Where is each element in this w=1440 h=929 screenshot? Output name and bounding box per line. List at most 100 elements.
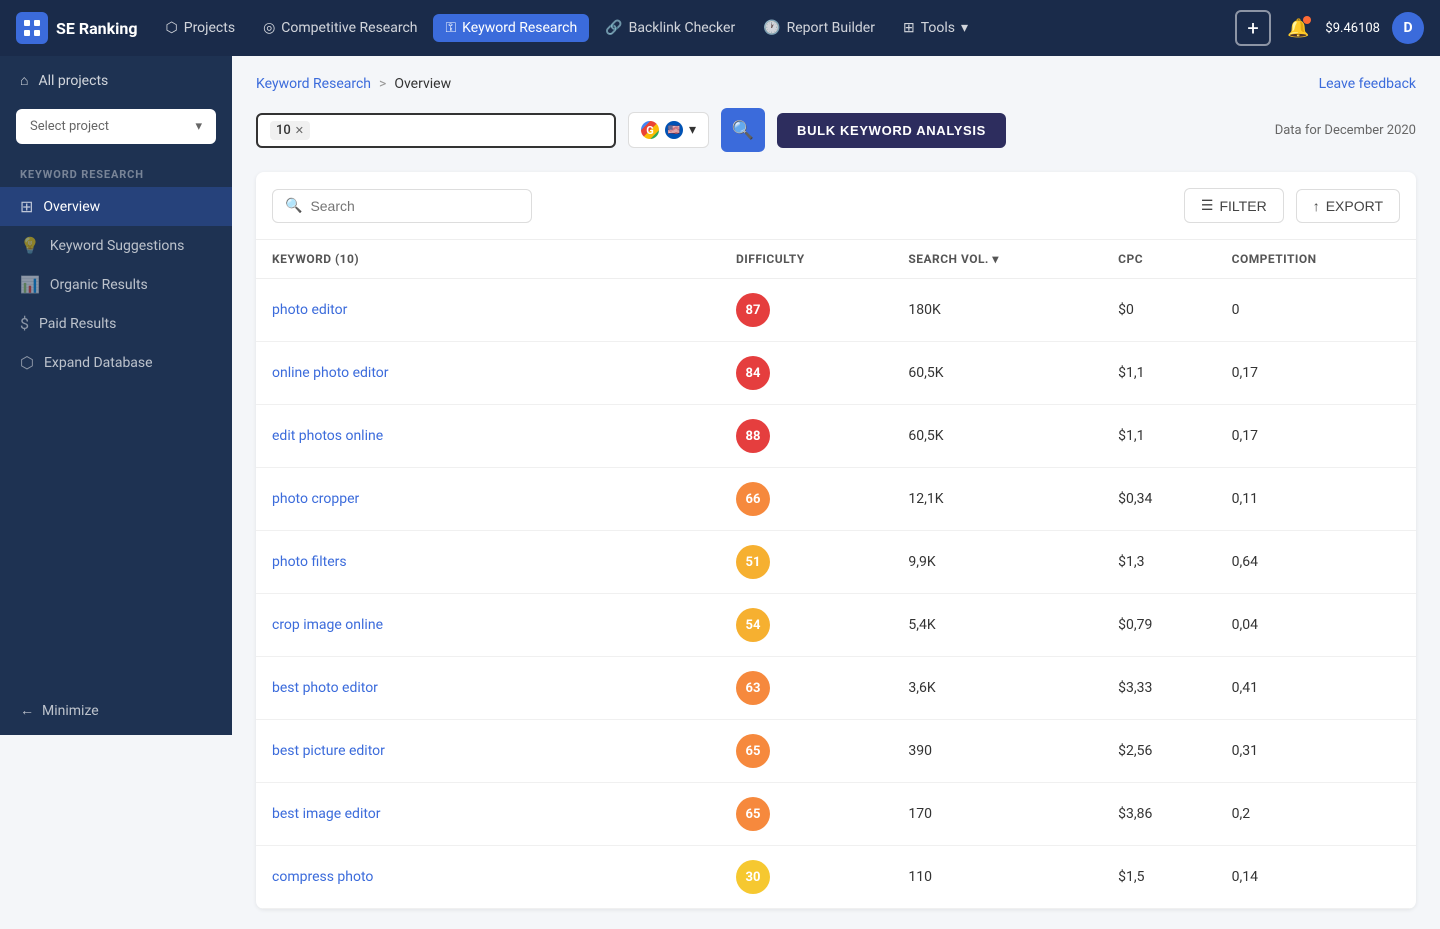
bulk-keyword-analysis-button[interactable]: BULK KEYWORD ANALYSIS bbox=[777, 113, 1006, 148]
chevron-down-icon: ▾ bbox=[689, 122, 696, 138]
keyword-cell: best image editor bbox=[256, 783, 720, 846]
search-vol-cell: 110 bbox=[892, 846, 1102, 909]
keyword-link[interactable]: edit photos online bbox=[272, 428, 383, 444]
keyword-link[interactable]: best photo editor bbox=[272, 680, 378, 696]
cpc-cell: $1,1 bbox=[1102, 342, 1215, 405]
keyword-link[interactable]: photo filters bbox=[272, 554, 347, 570]
user-avatar[interactable]: D bbox=[1392, 12, 1424, 44]
difficulty-badge: 66 bbox=[736, 482, 770, 516]
difficulty-badge: 65 bbox=[736, 734, 770, 768]
cpc-cell: $0,34 bbox=[1102, 468, 1215, 531]
notification-bell[interactable]: 🔔 bbox=[1283, 14, 1313, 43]
breadcrumb-separator: > bbox=[379, 76, 386, 92]
cpc-cell: $1,3 bbox=[1102, 531, 1215, 594]
col-difficulty[interactable]: DIFFICULTY bbox=[720, 240, 892, 279]
search-vol-cell: 390 bbox=[892, 720, 1102, 783]
engine-selector[interactable]: G 🇺🇸 ▾ bbox=[628, 112, 709, 148]
keyword-link[interactable]: best picture editor bbox=[272, 743, 385, 759]
cpc-cell: $0 bbox=[1102, 279, 1215, 342]
keyword-cell: compress photo bbox=[256, 846, 720, 909]
nav-keyword[interactable]: ⚿ Keyword Research bbox=[433, 14, 589, 42]
nav-tools[interactable]: ⊞ Tools ▾ bbox=[891, 14, 980, 42]
nav-backlink[interactable]: 🔗 Backlink Checker bbox=[593, 14, 747, 42]
cpc-cell: $1,1 bbox=[1102, 405, 1215, 468]
sidebar-item-expand-database[interactable]: ⬡ Expand Database bbox=[0, 343, 232, 382]
difficulty-cell: 87 bbox=[720, 279, 892, 342]
minimize-button[interactable]: ← Minimize bbox=[0, 686, 232, 735]
competition-cell: 0,14 bbox=[1216, 846, 1416, 909]
search-vol-cell: 9,9K bbox=[892, 531, 1102, 594]
sidebar-item-paid-results[interactable]: $ Paid Results bbox=[0, 304, 232, 343]
difficulty-cell: 51 bbox=[720, 531, 892, 594]
nav-report[interactable]: 🕐 Report Builder bbox=[751, 14, 887, 42]
col-search-vol[interactable]: SEARCH VOL. ▾ bbox=[892, 240, 1102, 279]
table-row: photo cropper 66 12,1K $0,34 0,11 bbox=[256, 468, 1416, 531]
leave-feedback-link[interactable]: Leave feedback bbox=[1319, 76, 1416, 92]
all-projects-link[interactable]: ⌂ All projects bbox=[0, 56, 232, 105]
competition-cell: 0,2 bbox=[1216, 783, 1416, 846]
filter-button[interactable]: ☰ FILTER bbox=[1184, 188, 1284, 223]
topnav: SE Ranking ⬡ Projects ◎ Competitive Rese… bbox=[0, 0, 1440, 56]
keyword-link[interactable]: best image editor bbox=[272, 806, 381, 822]
difficulty-badge: 84 bbox=[736, 356, 770, 390]
search-icon: 🔍 bbox=[285, 198, 302, 214]
keyword-link[interactable]: photo editor bbox=[272, 302, 347, 318]
keyword-link[interactable]: photo cropper bbox=[272, 491, 359, 507]
sidebar: ⌂ All projects Select project ▾ KEYWORD … bbox=[0, 56, 232, 735]
table-row: best photo editor 63 3,6K $3,33 0,41 bbox=[256, 657, 1416, 720]
breadcrumb-current: Overview bbox=[394, 76, 451, 92]
breadcrumb-root[interactable]: Keyword Research bbox=[256, 76, 371, 92]
search-vol-cell: 12,1K bbox=[892, 468, 1102, 531]
sidebar-item-overview[interactable]: ⊞ Overview bbox=[0, 187, 232, 226]
add-button[interactable]: + bbox=[1235, 10, 1271, 46]
filter-icon: ☰ bbox=[1201, 197, 1214, 214]
clock-icon: 🕐 bbox=[763, 20, 780, 36]
search-button[interactable]: 🔍 bbox=[721, 108, 765, 152]
search-vol-cell: 3,6K bbox=[892, 657, 1102, 720]
search-icon: 🔍 bbox=[732, 120, 754, 141]
country-flag: 🇺🇸 bbox=[665, 121, 683, 139]
col-competition: COMPETITION bbox=[1216, 240, 1416, 279]
table-search-input[interactable] bbox=[310, 198, 519, 214]
table-row: photo editor 87 180K $0 0 bbox=[256, 279, 1416, 342]
target-icon: ◎ bbox=[263, 20, 275, 36]
keyword-link[interactable]: online photo editor bbox=[272, 365, 389, 381]
competition-cell: 0,17 bbox=[1216, 405, 1416, 468]
nav-competitive[interactable]: ◎ Competitive Research bbox=[251, 14, 429, 42]
keyword-cell: online photo editor bbox=[256, 342, 720, 405]
search-vol-cell: 60,5K bbox=[892, 405, 1102, 468]
competition-cell: 0,31 bbox=[1216, 720, 1416, 783]
keyword-link[interactable]: compress photo bbox=[272, 869, 373, 885]
breadcrumb: Keyword Research > Overview Leave feedba… bbox=[256, 76, 1416, 92]
difficulty-cell: 66 bbox=[720, 468, 892, 531]
chevron-down-icon: ▾ bbox=[195, 119, 202, 134]
keyword-link[interactable]: crop image online bbox=[272, 617, 383, 633]
sidebar-item-organic-results[interactable]: 📊 Organic Results bbox=[0, 265, 232, 304]
keyword-input-wrapper[interactable]: 10 ✕ bbox=[256, 113, 616, 148]
table-row: photo filters 51 9,9K $1,3 0,64 bbox=[256, 531, 1416, 594]
bulb-icon: 💡 bbox=[20, 236, 40, 255]
logo[interactable]: SE Ranking bbox=[16, 12, 138, 44]
nav-projects[interactable]: ⬡ Projects bbox=[154, 14, 248, 42]
competition-cell: 0,17 bbox=[1216, 342, 1416, 405]
difficulty-badge: 54 bbox=[736, 608, 770, 642]
export-button[interactable]: ↑ EXPORT bbox=[1296, 189, 1400, 223]
logo-text: SE Ranking bbox=[56, 19, 138, 38]
cpc-cell: $2,56 bbox=[1102, 720, 1215, 783]
sidebar-item-keyword-suggestions[interactable]: 💡 Keyword Suggestions bbox=[0, 226, 232, 265]
competition-cell: 0 bbox=[1216, 279, 1416, 342]
keyword-tag[interactable]: 10 ✕ bbox=[270, 121, 310, 140]
account-balance[interactable]: $9.46108 bbox=[1325, 21, 1380, 36]
keyword-tag-remove[interactable]: ✕ bbox=[295, 124, 304, 137]
competition-cell: 0,11 bbox=[1216, 468, 1416, 531]
overview-icon: ⊞ bbox=[20, 197, 33, 216]
cpc-cell: $0,79 bbox=[1102, 594, 1215, 657]
difficulty-cell: 65 bbox=[720, 720, 892, 783]
project-selector[interactable]: Select project ▾ bbox=[16, 109, 216, 144]
dollar-icon: $ bbox=[20, 314, 29, 333]
search-bar-area: 10 ✕ G 🇺🇸 ▾ 🔍 BULK KEYWORD ANALYSIS Data… bbox=[256, 108, 1416, 152]
chart-icon: 📊 bbox=[20, 275, 40, 294]
table-search-wrapper[interactable]: 🔍 bbox=[272, 189, 532, 223]
cpc-cell: $3,33 bbox=[1102, 657, 1215, 720]
col-keyword: KEYWORD (10) bbox=[256, 240, 720, 279]
